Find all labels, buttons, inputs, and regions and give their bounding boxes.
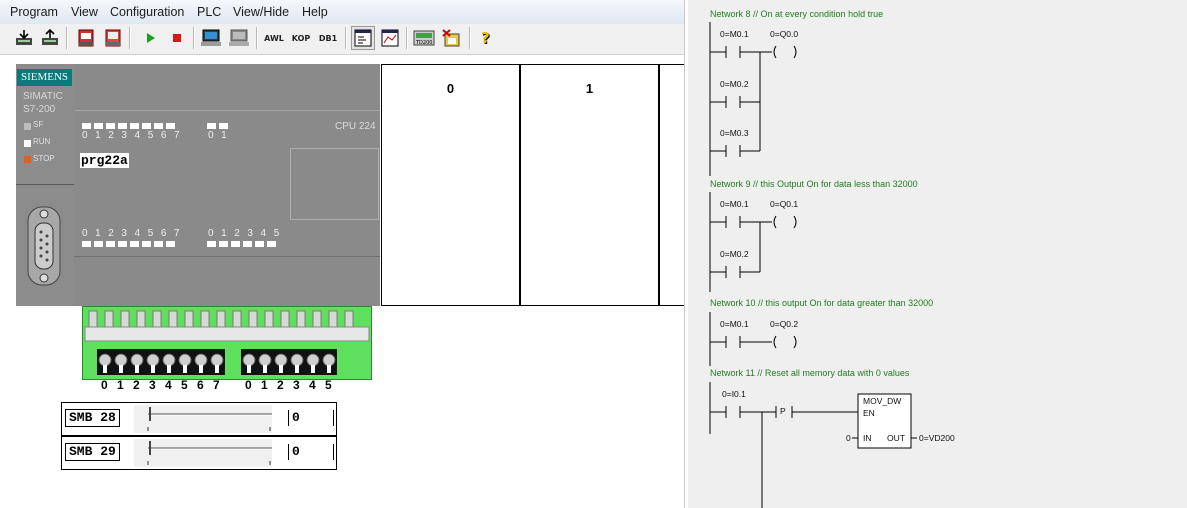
mov-dw-out-value: 0=VD200	[919, 433, 955, 443]
pc-gray-icon[interactable]	[227, 26, 251, 50]
switch-i0-7[interactable]: 7	[213, 378, 220, 392]
simulator-window: Program View Configuration PLC View/Hide…	[0, 0, 685, 508]
kop-button[interactable]: KOP	[289, 26, 313, 50]
help-icon[interactable]: ??	[475, 26, 499, 50]
input-numbers-a: 0 1 2 3 4 5 6 7	[82, 130, 182, 141]
sf-label: SF	[33, 120, 44, 129]
tag-icon[interactable]	[440, 26, 464, 50]
menu-configuration[interactable]: Configuration	[110, 5, 184, 19]
upload-icon[interactable]	[38, 26, 62, 50]
stop-label: STOP	[33, 154, 55, 163]
network-10-title: Network 10 // this output On for data gr…	[710, 298, 934, 308]
switch-i0-2[interactable]: 2	[133, 378, 140, 392]
input-switch-strip	[82, 306, 372, 380]
switch-i1-2[interactable]: 2	[277, 378, 284, 392]
mov-dw-in-value: 0	[846, 433, 851, 443]
menu-plc[interactable]: PLC	[197, 5, 221, 19]
network-10-rung	[709, 312, 797, 366]
mov-dw-out: OUT	[887, 433, 905, 443]
stop-icon[interactable]	[165, 26, 189, 50]
cpu-model: CPU 224	[335, 121, 376, 132]
input-numbers-b: 0 1	[208, 130, 230, 141]
cartridge-slot	[290, 148, 379, 220]
cpu-red-icon[interactable]	[74, 26, 98, 50]
toolbar: AWL KOP DB1 TD200 ??	[0, 24, 684, 55]
expansion-module-0[interactable]: 0	[381, 64, 520, 306]
stop-led	[24, 156, 31, 163]
input-leds-a	[82, 123, 175, 129]
svg-text:?: ?	[481, 29, 490, 47]
output-leds-b	[207, 241, 276, 247]
download-icon[interactable]	[12, 26, 36, 50]
td200-icon[interactable]: TD200	[412, 26, 436, 50]
smb29-control: SMB 29 0	[61, 436, 337, 470]
menu-view-hide[interactable]: View/Hide	[233, 5, 289, 19]
switch-i0-6[interactable]: 6	[197, 378, 204, 392]
cpu-red2-icon[interactable]	[101, 26, 125, 50]
switch-i0-0[interactable]: 0	[101, 378, 108, 392]
smb29-label: SMB 29	[65, 443, 120, 461]
network-8-rung	[709, 22, 797, 176]
smb28-control: SMB 28 0	[61, 402, 337, 436]
n11-pulse-label: P	[780, 406, 786, 416]
serial-port-icon	[22, 206, 66, 289]
run-icon[interactable]	[138, 26, 162, 50]
switch-i1-5[interactable]: 5	[325, 378, 332, 392]
mov-dw-en: EN	[863, 408, 875, 418]
status-icon[interactable]	[351, 26, 375, 50]
program-name: prg22a	[80, 153, 129, 168]
network-9-rung	[709, 192, 797, 292]
switch-i1-4[interactable]: 4	[309, 378, 316, 392]
mov-dw-title: MOV_DW	[863, 396, 902, 406]
network-11-title: Network 11 // Reset all memory data with…	[710, 368, 910, 378]
siemens-logo: SIEMENS	[17, 69, 72, 86]
switch-i0-4[interactable]: 4	[165, 378, 172, 392]
network-9-title: Network 9 // this Output On for data les…	[710, 179, 918, 189]
awl-button[interactable]: AWL	[262, 26, 286, 50]
network-8-title: Network 8 // On at every condition hold …	[710, 9, 884, 19]
expansion-module-2[interactable]	[659, 64, 684, 306]
menu-program[interactable]: Program	[10, 5, 58, 19]
output-numbers-b: 0 1 2 3 4 5	[208, 228, 282, 239]
chart-icon[interactable]	[378, 26, 402, 50]
menu-bar: Program View Configuration PLC View/Hide…	[0, 0, 684, 25]
output-numbers-a: 0 1 2 3 4 5 6 7	[82, 228, 182, 239]
menu-help[interactable]: Help	[302, 5, 328, 19]
switch-i0-5[interactable]: 5	[181, 378, 188, 392]
mov-dw-in: IN	[863, 433, 872, 443]
run-label: RUN	[33, 137, 51, 146]
switch-i1-1[interactable]: 1	[261, 378, 268, 392]
switch-i1-0[interactable]: 0	[245, 378, 252, 392]
switch-i0-3[interactable]: 3	[149, 378, 156, 392]
input-leds-b	[207, 123, 228, 129]
network-11-rung	[709, 382, 917, 508]
pc-icon[interactable]	[199, 26, 223, 50]
smb28-value[interactable]: 0	[288, 410, 334, 426]
sf-led	[24, 123, 31, 130]
ladder-view: Network 8 // On at every condition hold …	[688, 0, 1187, 508]
smb29-value[interactable]: 0	[288, 444, 334, 460]
svg-text:TD200: TD200	[415, 40, 432, 46]
switch-i1-3[interactable]: 3	[293, 378, 300, 392]
smb28-slider[interactable]	[134, 405, 274, 433]
s7-200-label: S7-200	[23, 104, 56, 115]
run-led	[24, 140, 31, 147]
expansion-module-1[interactable]: 1	[520, 64, 659, 306]
simatic-label: SIMATIC	[23, 91, 63, 102]
db1-button[interactable]: DB1	[316, 26, 340, 50]
menu-view[interactable]: View	[71, 5, 98, 19]
output-leds-a	[82, 241, 175, 247]
smb29-slider[interactable]	[134, 439, 274, 467]
switch-i0-1[interactable]: 1	[117, 378, 124, 392]
smb28-label: SMB 28	[65, 409, 120, 427]
